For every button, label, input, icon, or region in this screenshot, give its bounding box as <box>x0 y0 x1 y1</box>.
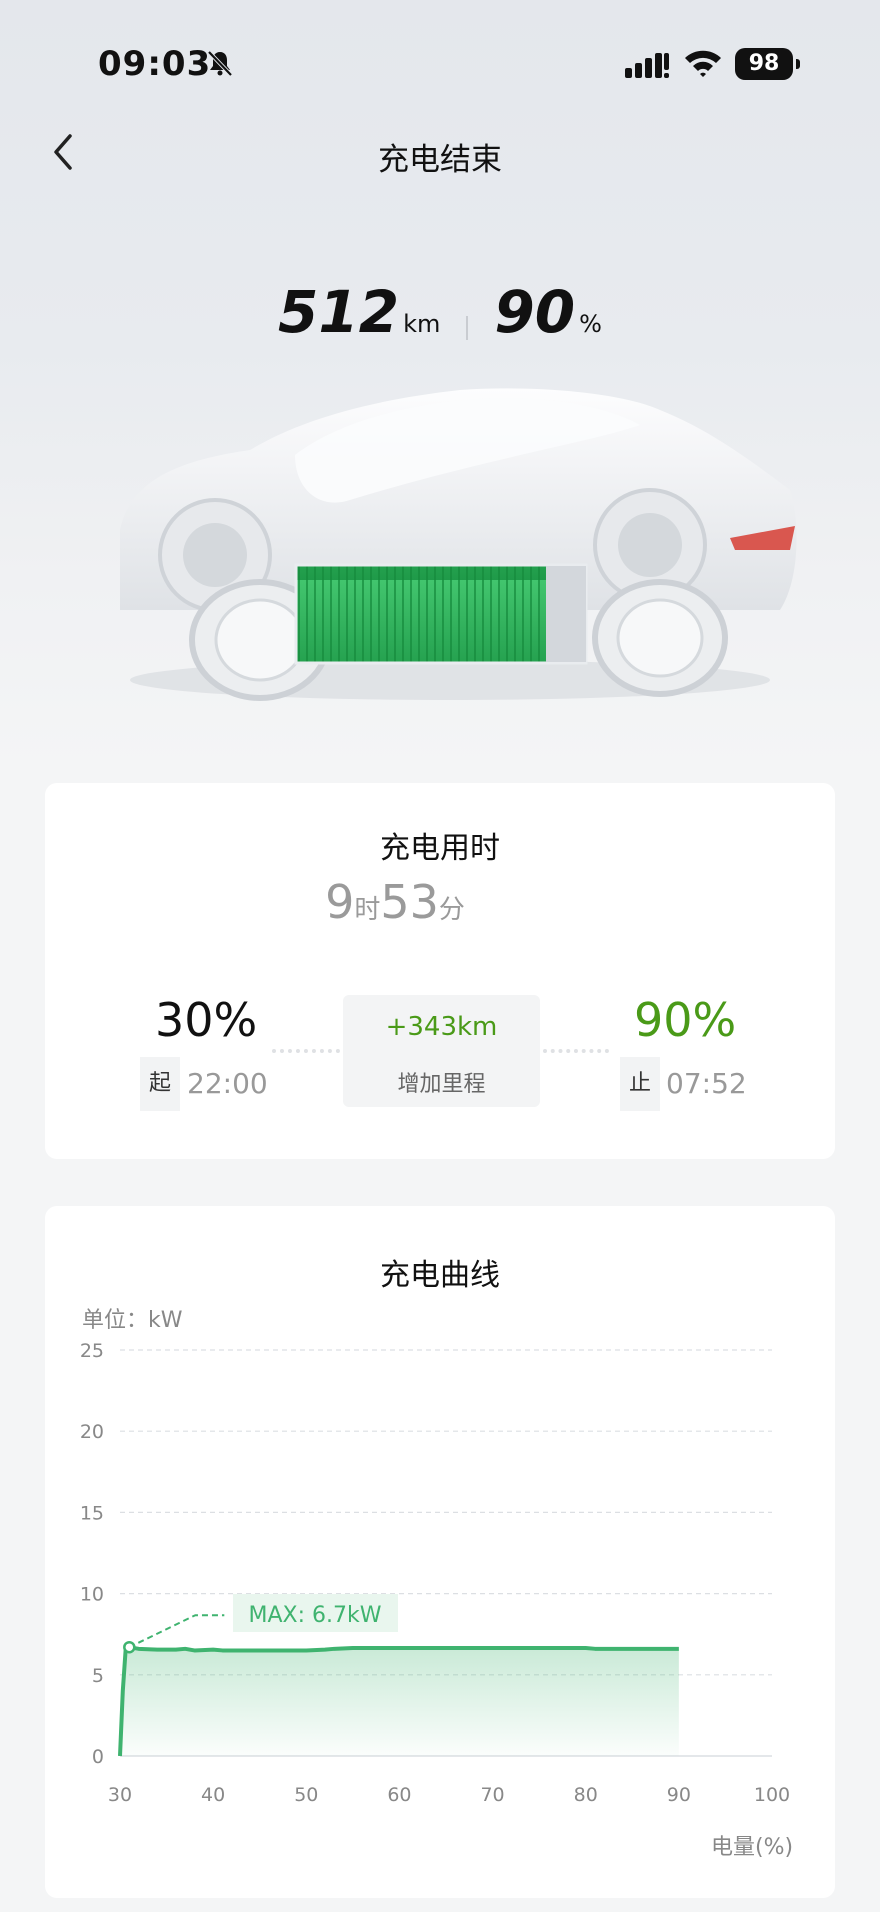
duration-minutes-unit: 分 <box>438 895 465 925</box>
range-value: 512 <box>278 278 400 346</box>
dotted-connector-left <box>272 1049 340 1053</box>
car-battery-illustration <box>120 388 797 701</box>
range-summary: 512 km 90% <box>0 278 880 346</box>
page-title: 充电结束 <box>378 142 502 178</box>
start-soc: 30% <box>155 993 258 1047</box>
chart-unit-label: 单位：kW <box>82 1308 183 1333</box>
soc-value: 90 <box>494 278 576 346</box>
chart-x-axis-label: 电量(%) <box>711 1835 794 1860</box>
added-range-label: 增加里程 <box>397 1072 486 1097</box>
curve-title: 充电曲线 <box>380 1258 500 1293</box>
start-time: 22:00 <box>187 1067 268 1100</box>
added-range-value: +343km <box>385 1012 498 1042</box>
end-soc: 90% <box>634 993 737 1047</box>
end-time: 07:52 <box>666 1067 747 1100</box>
start-tag: 起 <box>140 1057 180 1111</box>
charge-duration: 9时53分 <box>0 875 790 929</box>
silent-bell-icon <box>207 50 233 77</box>
cellular-signal-icon <box>625 53 669 78</box>
wifi-icon <box>685 50 721 77</box>
soc-unit: % <box>579 310 602 338</box>
dotted-connector-right <box>543 1049 609 1053</box>
duration-title: 充电用时 <box>380 831 500 866</box>
clock: 09:03 <box>98 44 212 84</box>
end-tag: 止 <box>620 1057 660 1111</box>
duration-hours-unit: 时 <box>354 895 381 925</box>
duration-hours: 9 <box>325 875 355 929</box>
battery-indicator: 98 <box>735 48 800 80</box>
status-bar: 09:03 98 <box>0 0 880 110</box>
duration-minutes: 53 <box>380 875 439 929</box>
range-unit: km <box>403 310 441 338</box>
summary-divider <box>466 315 469 340</box>
